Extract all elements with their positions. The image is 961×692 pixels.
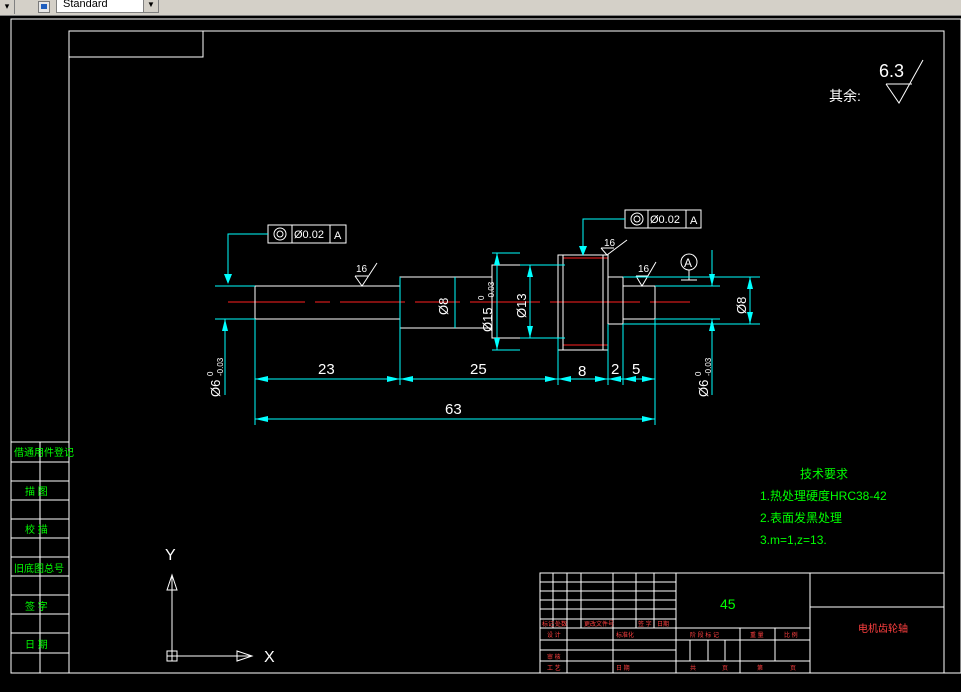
title-block-label-count: 处数: [555, 620, 567, 628]
tolerance-datum-right: A: [690, 215, 698, 227]
sheet-inner-frame: [68, 30, 945, 674]
title-block-date: 日 期: [616, 664, 630, 672]
left-panel-label-1: 借通用件登记: [14, 446, 74, 459]
tolerance-arrow-left: [224, 274, 232, 284]
dim-23: 23: [318, 361, 335, 378]
left-panel-label-6: 日 期: [25, 639, 48, 651]
text-style-icon[interactable]: [38, 1, 50, 13]
dim-dia15-tol-top: 0: [477, 295, 486, 300]
dim-dia15: Ø15: [480, 307, 495, 332]
dim-2: 2: [611, 361, 619, 378]
ucs-x-label: X: [264, 649, 275, 666]
tolerance-leader-left: [227, 233, 268, 278]
dim-dia15-tol-bot: -0.03: [487, 281, 496, 300]
title-block-label-change-doc: 更改文件号: [584, 620, 614, 628]
top-left-code-box: [69, 31, 204, 58]
tech-requirement-2: 2.表面发黑处理: [760, 510, 842, 525]
dimension-arrows: [222, 253, 753, 422]
dimension-lines: [215, 250, 760, 425]
dim-8: 8: [578, 363, 586, 380]
left-panel-label-3: 校 描: [25, 523, 48, 536]
drawing-canvas[interactable]: 借通用件登记 描 图 校 描 旧底图总号 签 字 日 期 其余: 6.3 16 …: [0, 16, 961, 692]
dim-dia13: Ø13: [514, 293, 529, 318]
title-block-material: 45: [720, 596, 736, 612]
tolerance-value-right: Ø0.02: [650, 214, 680, 226]
title-block-design: 设 计: [547, 631, 561, 639]
ucs-y-label: Y: [165, 547, 176, 564]
dim-dia6-right-tol-bot: -0.03: [704, 357, 713, 376]
datum-marker-label: A: [684, 256, 692, 270]
toolbar: ▾ Standard ▼: [0, 0, 961, 16]
title-block-label-signature: 签 字: [638, 620, 652, 628]
roughness-label-gear: 16: [604, 238, 616, 249]
left-binding-panel: [11, 441, 69, 673]
text-style-combo[interactable]: Standard ▼: [56, 0, 159, 13]
tech-requirement-3: 3.m=1,z=13.: [760, 533, 827, 547]
title-block-weight: 重 量: [750, 631, 764, 639]
roughness-label-left: 16: [356, 264, 368, 275]
roughness-label-right: 16: [638, 264, 650, 275]
left-panel-label-5: 签 字: [25, 600, 48, 613]
title-block-label-mark: 标记: [542, 620, 554, 628]
toolbar-dropdown-icon[interactable]: ▾: [0, 0, 15, 14]
sheet-outer-border: [10, 18, 961, 674]
title-block-review: 审 核: [547, 653, 561, 661]
title-block-no: 第: [757, 664, 763, 672]
tolerance-value-left: Ø0.02: [294, 229, 324, 241]
dim-5: 5: [632, 361, 640, 378]
title-block-stage-mark: 阶 段 标 记: [690, 631, 719, 639]
title-block-process: 工 艺: [547, 664, 561, 672]
tech-requirements-title: 技术要求: [800, 467, 848, 481]
dim-dia8-right: Ø8: [734, 297, 749, 314]
title-block-standardization: 标准化: [616, 631, 634, 639]
tolerance-datum-left: A: [334, 230, 342, 242]
dim-dia6-right: Ø6: [696, 380, 711, 397]
dim-dia6-left-tol-bot: -0.03: [216, 357, 225, 376]
tech-requirement-1: 1.热处理硬度HRC38-42: [760, 488, 887, 503]
dim-dia6-left: Ø6: [208, 380, 223, 397]
text-style-combo-value: Standard: [63, 0, 108, 10]
dim-dia6-right-tol-top: 0: [694, 371, 703, 376]
title-block-scale: 比 例: [784, 631, 798, 639]
dim-dia6-left-tol-top: 0: [206, 371, 215, 376]
title-block-label-date: 日期: [657, 620, 669, 628]
title-block-total: 共: [690, 664, 696, 672]
title-block-part-name: 电机齿轮轴: [858, 622, 908, 635]
chevron-down-icon[interactable]: ▼: [143, 0, 158, 12]
dim-25: 25: [470, 361, 487, 378]
surface-finish-value: 6.3: [879, 61, 904, 81]
shaft-centerline: [228, 257, 690, 346]
surface-finish-note: 其余:: [829, 88, 861, 104]
dim-dia8-mid: Ø8: [436, 298, 451, 315]
ucs-icon: [166, 573, 254, 662]
dim-63: 63: [445, 401, 462, 418]
title-block-sheet: 页: [722, 665, 728, 672]
left-panel-label-2: 描 图: [25, 485, 48, 498]
left-panel-label-4: 旧底图总号: [14, 562, 64, 575]
title-block-page: 页: [790, 665, 796, 672]
